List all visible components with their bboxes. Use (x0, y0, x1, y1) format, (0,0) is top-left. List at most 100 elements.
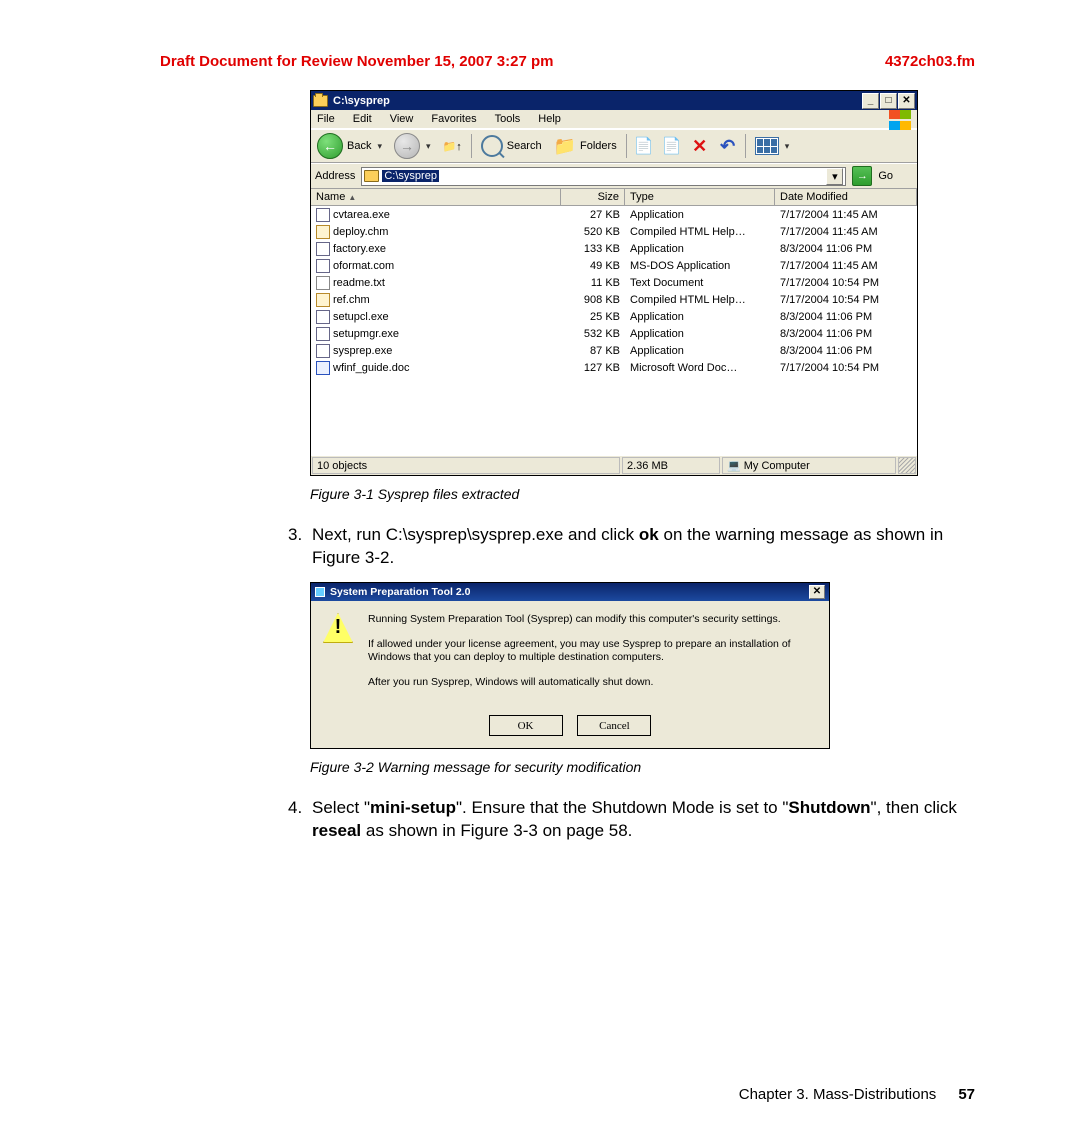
modified-header[interactable]: Date Modified (775, 189, 917, 205)
move-to-button[interactable]: 📄 (633, 135, 655, 157)
file-type: Microsoft Word Doc… (625, 359, 775, 376)
status-size: 2.36 MB (622, 457, 720, 474)
file-modified: 7/17/2004 10:54 PM (775, 274, 917, 291)
minimize-button[interactable]: _ (862, 93, 879, 109)
file-size: 133 KB (561, 240, 625, 257)
file-icon (316, 293, 330, 307)
file-name: deploy.chm (333, 226, 388, 238)
file-size: 49 KB (561, 257, 625, 274)
dialog-close-button[interactable]: ✕ (809, 585, 825, 599)
windows-flag-icon (889, 110, 915, 132)
file-modified: 8/3/2004 11:06 PM (775, 308, 917, 325)
file-name: wfinf_guide.doc (333, 362, 409, 374)
file-size: 908 KB (561, 291, 625, 308)
window-titlebar[interactable]: C:\sysprep _ □ ✕ (311, 91, 917, 110)
file-name: setupcl.exe (333, 311, 389, 323)
draft-filename: 4372ch03.fm (885, 53, 975, 70)
address-value: C:\sysprep (382, 170, 439, 182)
file-name: factory.exe (333, 243, 386, 255)
sysprep-dialog: System Preparation Tool 2.0 ✕ ! Running … (310, 582, 830, 750)
folder-icon (313, 95, 328, 107)
file-size: 127 KB (561, 359, 625, 376)
name-header[interactable]: Name▲ (311, 189, 561, 205)
menu-help[interactable]: Help (538, 113, 561, 125)
file-row[interactable]: sysprep.exe87 KBApplication8/3/2004 11:0… (311, 342, 917, 359)
column-headers: Name▲ Size Type Date Modified (311, 189, 917, 206)
file-row[interactable]: cvtarea.exe27 KBApplication7/17/2004 11:… (311, 206, 917, 223)
address-field[interactable]: C:\sysprep ▾ (361, 167, 846, 186)
delete-button[interactable]: ✕ (689, 135, 711, 157)
file-type: Application (625, 325, 775, 342)
file-row[interactable]: setupmgr.exe532 KBApplication8/3/2004 11… (311, 325, 917, 342)
file-size: 11 KB (561, 274, 625, 291)
file-row[interactable]: factory.exe 133 KBApplication8/3/2004 11:… (311, 240, 917, 257)
file-modified: 7/17/2004 10:54 PM (775, 291, 917, 308)
file-type: Compiled HTML Help… (625, 223, 775, 240)
page-footer: Chapter 3. Mass-Distributions57 (739, 1086, 975, 1103)
file-row[interactable]: ref.chm908 KBCompiled HTML Help…7/17/200… (311, 291, 917, 308)
file-name: ref.chm (333, 294, 370, 306)
dialog-titlebar[interactable]: System Preparation Tool 2.0 ✕ (311, 583, 829, 601)
file-size: 25 KB (561, 308, 625, 325)
close-button[interactable]: ✕ (898, 93, 915, 109)
address-label: Address (315, 170, 355, 182)
go-button[interactable]: → (852, 166, 872, 186)
file-row[interactable]: setupcl.exe 25 KBApplication8/3/2004 11:0… (311, 308, 917, 325)
file-name: setupmgr.exe (333, 328, 399, 340)
file-modified: 8/3/2004 11:06 PM (775, 240, 917, 257)
menu-edit[interactable]: Edit (353, 113, 372, 125)
status-location: 💻 My Computer (722, 457, 896, 474)
file-row[interactable]: wfinf_guide.doc 127 KBMicrosoft Word Doc…… (311, 359, 917, 376)
address-bar: Address C:\sysprep ▾ → Go (311, 163, 917, 189)
menu-favorites[interactable]: Favorites (431, 113, 476, 125)
status-objects: 10 objects (312, 457, 620, 474)
maximize-button[interactable]: □ (880, 93, 897, 109)
cancel-button[interactable]: Cancel (577, 715, 651, 736)
menu-bar: File Edit View Favorites Tools Help (311, 110, 917, 129)
file-type: Application (625, 308, 775, 325)
file-icon (316, 208, 330, 222)
file-row[interactable]: deploy.chm 520 KBCompiled HTML Help…7/17/… (311, 223, 917, 240)
size-header[interactable]: Size (561, 189, 625, 205)
address-dropdown-button[interactable]: ▾ (826, 168, 843, 185)
file-name: sysprep.exe (333, 345, 392, 357)
file-type: Application (625, 240, 775, 257)
file-modified: 7/17/2004 11:45 AM (775, 257, 917, 274)
file-row[interactable]: readme.txt11 KBText Document7/17/2004 10… (311, 274, 917, 291)
dialog-text: Running System Preparation Tool (Sysprep… (368, 613, 817, 702)
file-size: 520 KB (561, 223, 625, 240)
file-name: oformat.com (333, 260, 394, 272)
menu-tools[interactable]: Tools (495, 113, 521, 125)
file-icon (316, 242, 330, 256)
ok-button[interactable]: OK (489, 715, 563, 736)
file-icon (316, 276, 330, 290)
file-icon (316, 361, 330, 375)
menu-file[interactable]: File (317, 113, 335, 125)
file-size: 532 KB (561, 325, 625, 342)
file-name: cvtarea.exe (333, 209, 390, 221)
undo-button[interactable]: ↶ (717, 135, 739, 157)
menu-view[interactable]: View (390, 113, 414, 125)
type-header[interactable]: Type (625, 189, 775, 205)
draft-header: Draft Document for Review November 15, 2… (160, 53, 975, 70)
window-title: C:\sysprep (333, 95, 390, 107)
file-icon (316, 259, 330, 273)
file-type: MS-DOS Application (625, 257, 775, 274)
file-size: 27 KB (561, 206, 625, 223)
file-modified: 7/17/2004 11:45 AM (775, 223, 917, 240)
search-button[interactable]: Search (478, 133, 545, 159)
folders-icon: 📁 (554, 136, 576, 157)
warning-icon: ! (323, 613, 353, 643)
dialog-title: System Preparation Tool 2.0 (330, 586, 470, 598)
file-row[interactable]: oformat.com 49 KBMS-DOS Application7/17/2… (311, 257, 917, 274)
up-button[interactable]: 📁↑ (440, 138, 465, 155)
resize-grip[interactable] (898, 457, 916, 474)
back-button[interactable]: ←Back (314, 131, 385, 161)
file-modified: 7/17/2004 11:45 AM (775, 206, 917, 223)
file-modified: 8/3/2004 11:06 PM (775, 342, 917, 359)
folders-button[interactable]: 📁Folders (551, 134, 620, 159)
copy-to-button[interactable]: 📄 (661, 135, 683, 157)
views-button[interactable] (752, 135, 793, 157)
explorer-window: C:\sysprep _ □ ✕ File Edit View Favorite… (310, 90, 918, 476)
computer-icon: 💻 (727, 459, 744, 472)
